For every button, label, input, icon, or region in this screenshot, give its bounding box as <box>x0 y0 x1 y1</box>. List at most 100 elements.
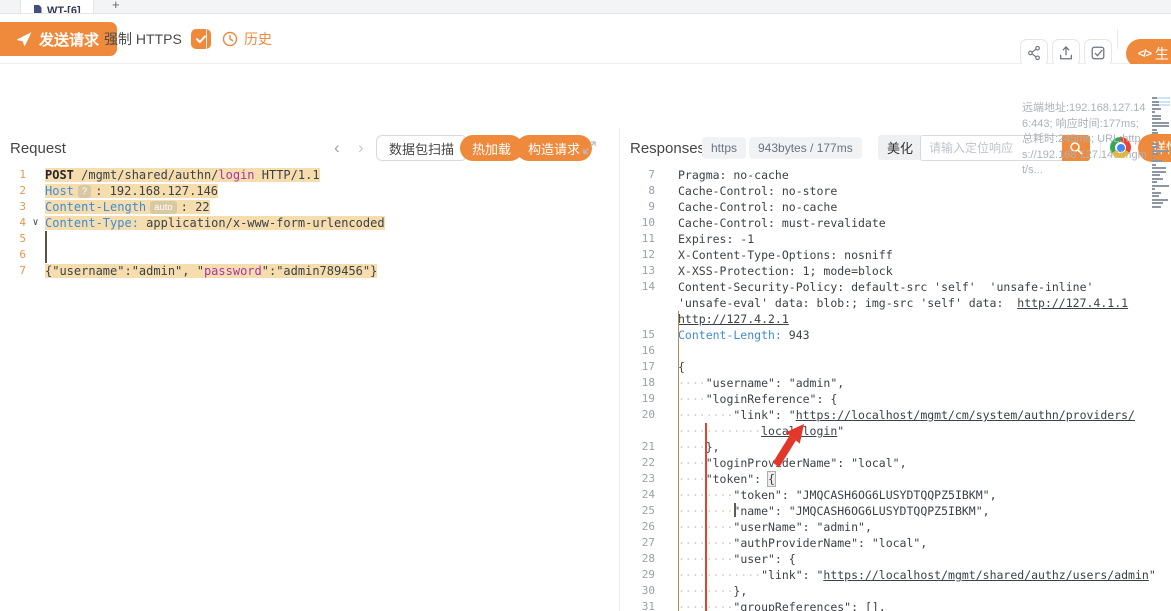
code-line[interactable]: 22····"loginProviderName": "local", <box>620 455 1171 471</box>
line-number <box>620 423 655 439</box>
line-number: 15 <box>620 327 655 343</box>
code-line[interactable]: 30········}, <box>620 583 1171 599</box>
code-line[interactable]: 25········"name": "JMQCASH6OG6LUSYDTQQPZ… <box>620 503 1171 519</box>
history-prev-arrow[interactable]: ‹ <box>334 138 340 158</box>
code-text: Content-Lengthauto: 22 <box>45 199 619 215</box>
code-text: Host?: 192.168.127.146 <box>45 183 619 199</box>
line-number: 29 <box>620 567 655 583</box>
code-line[interactable]: 17{ <box>620 359 1171 375</box>
code-text: Cache-Control: no-cache <box>678 199 1171 215</box>
gutter-slot <box>655 599 678 611</box>
line-number: 7 <box>0 263 26 279</box>
gutter-slot <box>26 231 45 247</box>
code-line[interactable]: 12X-Content-Type-Options: nosniff <box>620 247 1171 263</box>
edit-button[interactable] <box>1084 39 1112 67</box>
code-line[interactable]: 'unsafe-eval' data: blob:; img-src 'self… <box>620 295 1171 311</box>
gutter-slot <box>655 231 678 247</box>
minimap[interactable] <box>1152 97 1170 275</box>
code-text: Content-Length: 943 <box>678 327 1171 343</box>
gutter-slot <box>26 247 45 263</box>
hot-reload-button[interactable]: 热加载 <box>460 135 523 161</box>
code-line[interactable]: 19····"loginReference": { <box>620 391 1171 407</box>
build-request-button[interactable]: 构造请求 <box>516 135 592 161</box>
code-text: 'unsafe-eval' data: blob:; img-src 'self… <box>678 295 1171 311</box>
line-number: 6 <box>0 247 26 263</box>
fold-chevron-down-icon[interactable]: ∨ <box>26 215 45 231</box>
code-line[interactable]: 16 <box>620 343 1171 359</box>
code-line[interactable]: http://127.4.2.1 <box>620 311 1171 327</box>
gutter-slot <box>655 471 678 487</box>
force-https-checkbox[interactable] <box>191 29 211 49</box>
gutter-slot <box>655 215 678 231</box>
history-button[interactable]: 历史 <box>222 14 272 64</box>
code-line[interactable]: 29 ············"link": "https://localhost… <box>620 567 1171 583</box>
send-request-button[interactable]: 发送请求 <box>0 22 117 56</box>
code-line[interactable]: 20········"link": "https://localhost/mgm… <box>620 407 1171 423</box>
red-arrow-annotation <box>752 412 812 478</box>
code-line[interactable]: 24········"token": "JMQCASH6OG6LUSYDTQQP… <box>620 487 1171 503</box>
code-line[interactable]: 1POST /mgmt/shared/authn/login HTTP/1.1 <box>0 167 619 183</box>
protocol-badge: https <box>702 137 746 159</box>
code-text: ········"token": "JMQCASH6OG6LUSYDTQQPZ5… <box>678 487 1171 503</box>
gutter-slot <box>655 519 678 535</box>
code-line[interactable]: 9Cache-Control: no-cache <box>620 199 1171 215</box>
request-editor[interactable]: 1POST /mgmt/shared/authn/login HTTP/1.12… <box>0 164 619 611</box>
code-text: http://127.4.2.1 <box>678 311 1171 327</box>
code-text: ········"name": "JMQCASH6OG6LUSYDTQQPZ5I… <box>678 503 1171 519</box>
code-line[interactable]: 13 X-XSS-Protection: 1; mode=block <box>620 263 1171 279</box>
response-editor[interactable]: 7Pragma: no-cache8Cache-Control: no-stor… <box>620 164 1171 611</box>
gutter-slot <box>655 535 678 551</box>
packet-scan-button[interactable]: 数据包扫描 <box>376 135 467 161</box>
code-text: ········"groupReferences": [], <box>678 599 1171 611</box>
gutter-slot <box>655 311 678 327</box>
beautify-button[interactable]: 美化 <box>878 135 922 160</box>
code-line[interactable]: 31········"groupReferences": [], <box>620 599 1171 611</box>
gutter-slot <box>655 407 678 423</box>
share-button[interactable] <box>1020 39 1048 67</box>
code-line[interactable]: 7{"username":"admin", "password":"admin7… <box>0 263 619 279</box>
indent-guide <box>678 311 679 611</box>
tab-bar: WT-[6] + <box>0 0 1171 14</box>
gutter-slot <box>655 183 678 199</box>
code-line[interactable]: 14Content-Security-Policy: default-src '… <box>620 279 1171 295</box>
line-number: 30 <box>620 583 655 599</box>
code-line[interactable]: 6 <box>0 247 619 263</box>
code-text: ············"link": "https://localhost/m… <box>678 567 1171 583</box>
code-line[interactable]: 4∨Content-Type: application/x-www-form-u… <box>0 215 619 231</box>
code-line[interactable]: 18····"username": "admin", <box>620 375 1171 391</box>
code-line[interactable]: 28········"user": { <box>620 551 1171 567</box>
line-number: 16 <box>620 343 655 359</box>
code-line[interactable]: 2 Host?: 192.168.127.146 <box>0 183 619 199</box>
code-line[interactable]: 3Content-Lengthauto: 22 <box>0 199 619 215</box>
code-line[interactable]: 26········"userName": "admin", <box>620 519 1171 535</box>
code-line[interactable]: 21····}, <box>620 439 1171 455</box>
code-text <box>45 247 619 263</box>
code-text <box>678 343 1171 359</box>
code-text: ····"username": "admin", <box>678 375 1171 391</box>
gutter-slot <box>655 551 678 567</box>
expand-icon[interactable] <box>582 140 597 160</box>
gutter-slot <box>655 279 678 295</box>
code-line[interactable]: 27········"authProviderName": "local", <box>620 535 1171 551</box>
tab-active[interactable]: WT-[6] <box>20 0 94 13</box>
code-text: X-XSS-Protection: 1; mode=block <box>678 263 1171 279</box>
line-number: 7 <box>620 167 655 183</box>
new-tab-button[interactable]: + <box>112 0 120 12</box>
code-text: POST /mgmt/shared/authn/login HTTP/1.1 <box>45 167 619 183</box>
code-line[interactable]: ············local/login" <box>620 423 1171 439</box>
history-next-arrow[interactable]: › <box>358 138 364 158</box>
code-line[interactable]: 8Cache-Control: no-store <box>620 183 1171 199</box>
code-line[interactable]: 23····"token": { <box>620 471 1171 487</box>
export-button[interactable] <box>1052 39 1080 67</box>
line-number: 23 <box>620 471 655 487</box>
line-number: 2 <box>0 183 26 199</box>
stats-badge: 943bytes / 177ms <box>749 137 862 159</box>
gutter-slot <box>655 487 678 503</box>
code-line[interactable]: 11Expires: -1 <box>620 231 1171 247</box>
line-number: 19 <box>620 391 655 407</box>
code-line[interactable]: 15 Content-Length: 943 <box>620 327 1171 343</box>
code-line[interactable]: 5 <box>0 231 619 247</box>
gutter-slot <box>655 503 678 519</box>
line-number: 13 <box>620 263 655 279</box>
code-line[interactable]: 10Cache-Control: must-revalidate <box>620 215 1171 231</box>
